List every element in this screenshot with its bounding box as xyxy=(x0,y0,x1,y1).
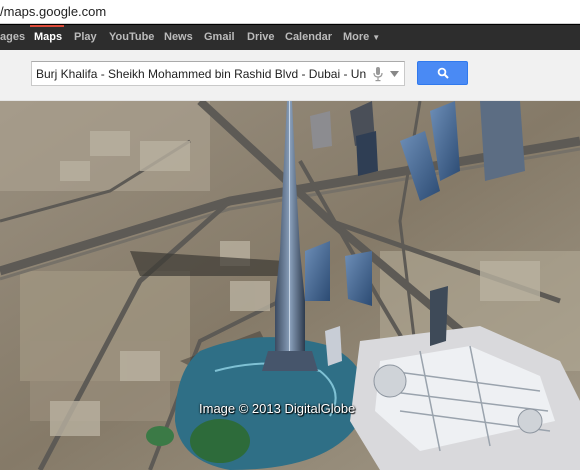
nav-item-play[interactable]: Play xyxy=(74,25,97,51)
nav-item-images[interactable]: ages xyxy=(0,25,25,51)
search-input[interactable] xyxy=(36,65,366,82)
nav-item-more[interactable]: More ▼ xyxy=(343,25,380,51)
chevron-down-icon: ▼ xyxy=(372,33,381,42)
url-text[interactable]: /maps.google.com xyxy=(0,4,106,19)
nav-item-gmail[interactable]: Gmail xyxy=(204,25,235,51)
nav-item-maps[interactable]: Maps xyxy=(34,25,62,51)
map-attribution: Image © 2013 DigitalGlobe xyxy=(199,401,356,416)
nav-more-label: More xyxy=(343,31,370,43)
map-canvas[interactable]: Image © 2013 DigitalGlobe xyxy=(0,101,580,470)
browser-address-bar[interactable]: /maps.google.com xyxy=(0,0,580,24)
microphone-icon[interactable] xyxy=(372,66,384,82)
nav-item-youtube[interactable]: YouTube xyxy=(109,25,154,51)
dropdown-arrow-icon[interactable] xyxy=(390,71,399,77)
search-button[interactable] xyxy=(417,61,468,85)
search-icon xyxy=(437,67,449,79)
nav-item-drive[interactable]: Drive xyxy=(247,25,275,51)
nav-item-news[interactable]: News xyxy=(164,25,193,51)
google-nav-bar: ages Maps Play YouTube News Gmail Drive … xyxy=(0,24,580,51)
nav-item-calendar[interactable]: Calendar xyxy=(285,25,332,51)
search-region xyxy=(0,50,580,101)
search-box[interactable] xyxy=(31,61,405,86)
